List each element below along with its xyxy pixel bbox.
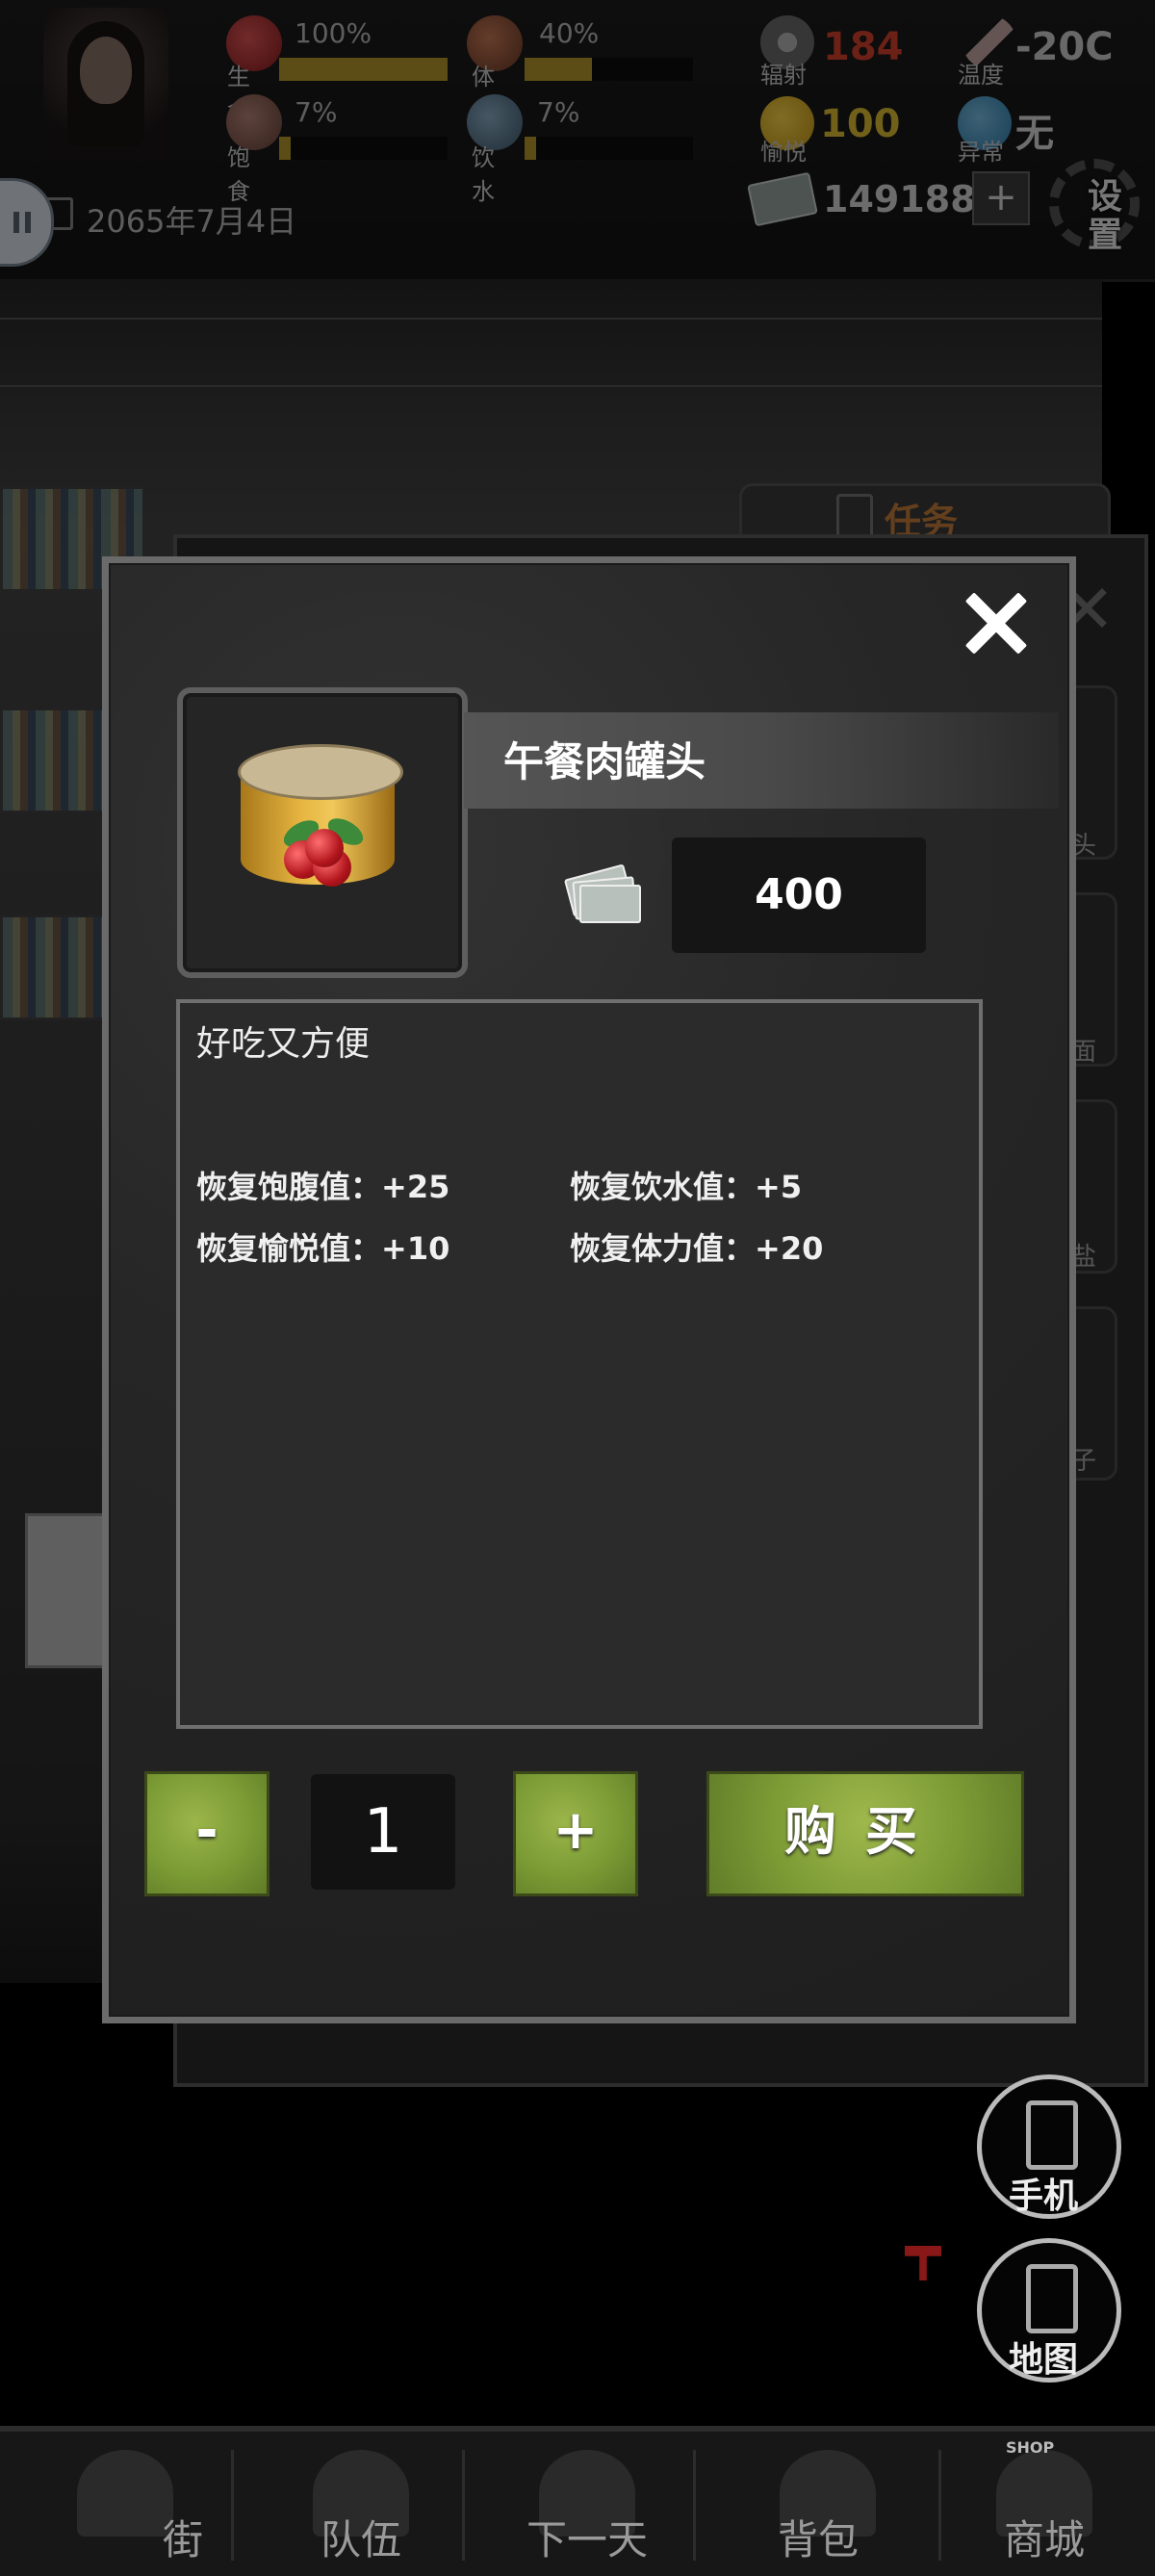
nav-team-label: 队伍 — [320, 2516, 401, 2563]
decrease-quantity-button[interactable]: - — [144, 1771, 270, 1896]
buy-button[interactable]: 购买 — [706, 1771, 1024, 1896]
effect-stamina: 恢复体力值：+20 — [570, 1230, 824, 1267]
nav-street[interactable]: 街 — [19, 2450, 231, 2570]
item-name: 午餐肉罐头 — [503, 738, 706, 786]
phone-label: 手机 — [1009, 2177, 1079, 2216]
item-price: 400 — [672, 837, 926, 953]
nav-backpack-label: 背包 — [777, 2516, 859, 2563]
effect-satiety: 恢复饱腹值：+25 — [196, 1169, 450, 1205]
nav-next-day-label: 下一天 — [526, 2516, 648, 2563]
map-button[interactable]: 地图 — [977, 2238, 1121, 2383]
quantity-display: 1 — [311, 1774, 455, 1890]
shop-badge: SHOP — [1006, 2438, 1055, 2457]
effect-joy: 恢复愉悦值：+10 — [196, 1230, 450, 1267]
effect-water: 恢复饮水值：+5 — [570, 1169, 803, 1205]
phone-icon — [1026, 2100, 1078, 2170]
nav-team[interactable]: 队伍 — [255, 2450, 467, 2570]
close-button[interactable] — [962, 589, 1030, 657]
nav-next-day[interactable]: 下一天 — [481, 2450, 693, 2570]
increase-quantity-button[interactable]: + — [513, 1771, 638, 1896]
map-label: 地图 — [1009, 2340, 1079, 2380]
item-description: 好吃又方便 — [196, 1024, 371, 1064]
nav-shop-label: 商城 — [1003, 2516, 1085, 2563]
nav-shop[interactable]: SHOP 商城 — [938, 2438, 1150, 2570]
nav-backpack[interactable]: 背包 — [722, 2450, 934, 2570]
canned-meat-icon — [238, 744, 403, 913]
cash-icon — [563, 863, 641, 923]
phone-button[interactable]: 手机 — [977, 2074, 1121, 2219]
item-description-box — [176, 999, 983, 1729]
door-icon — [1026, 2264, 1078, 2333]
